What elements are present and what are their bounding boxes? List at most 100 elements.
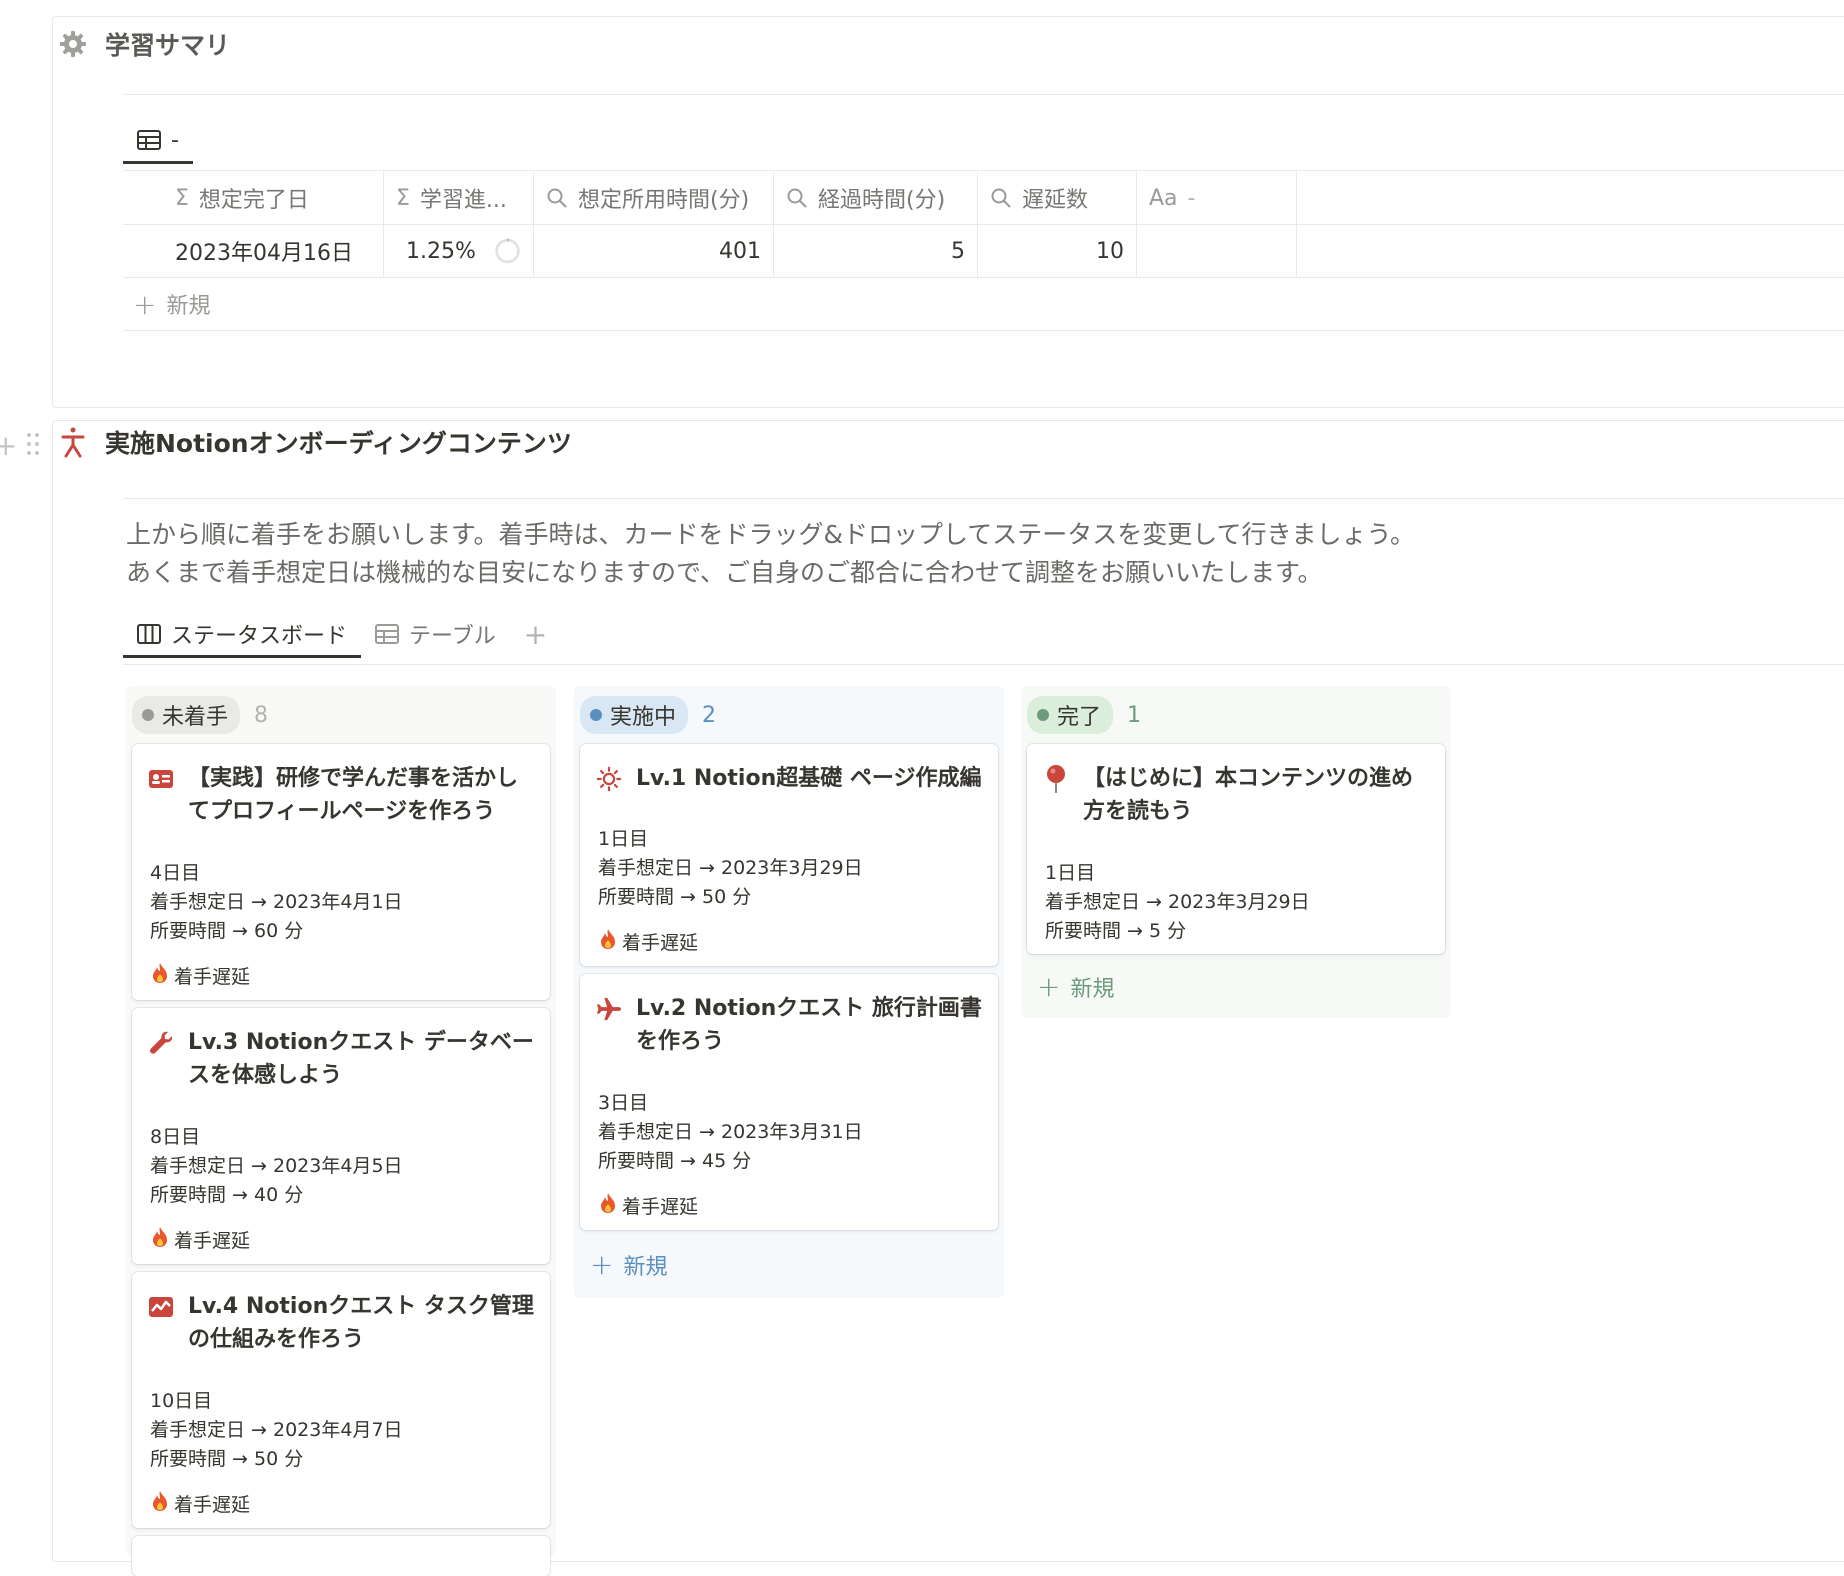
summary-heading: 学習サマリ [60, 26, 231, 62]
card-badge: 着手遅延 [598, 1192, 698, 1219]
card-title: 【はじめに】本コンテンツの進め方を読もう [1083, 766, 1414, 824]
column-header[interactable]: 完了 1 [1027, 696, 1141, 734]
fire-icon [150, 1226, 170, 1253]
wrench-icon [148, 1030, 174, 1056]
column-header-progress[interactable]: Σ 学習進... [384, 172, 534, 224]
status-pill: 完了 [1027, 696, 1114, 734]
card-title: Lv.4 Notionクエスト タスク管理の仕組みを作ろう [188, 1294, 534, 1352]
card-duration: 所要時間 → 40 分 [150, 1184, 304, 1206]
fire-icon [598, 1192, 618, 1219]
add-row-button[interactable]: + 新規 [123, 278, 1844, 331]
fire-icon [150, 1490, 170, 1517]
board-icon [137, 624, 161, 644]
card-duration: 所要時間 → 5 分 [1045, 920, 1187, 942]
card-day: 4日目 [150, 862, 201, 884]
card-badge: 着手遅延 [598, 928, 698, 955]
search-icon [991, 188, 1011, 208]
card-day: 3日目 [598, 1092, 649, 1114]
plus-icon: + [133, 287, 157, 321]
card-duration: 所要時間 → 50 分 [598, 886, 752, 908]
plus-icon: + [590, 1248, 614, 1281]
board-card[interactable]: 【実践】研修で学んだ事を活かしてプロフィールページを作ろう 4日目 着手想定日 … [132, 744, 550, 1000]
sun-icon [596, 766, 622, 792]
column-header[interactable]: 未着手 8 [132, 696, 268, 734]
onboarding-tabs-divider [123, 664, 1844, 665]
add-block-button[interactable]: + [0, 429, 17, 462]
card-day: 8日目 [150, 1126, 201, 1148]
column-header[interactable]: 実施中 2 [580, 696, 716, 734]
search-icon [547, 188, 567, 208]
card-title: 【実践】研修で学んだ事を活かしてプロフィールページを作ろう [188, 766, 519, 824]
board-card[interactable]: Lv.1 Notion超基礎 ページ作成編 1日目 着手想定日 → 2023年3… [580, 744, 998, 966]
fire-icon [598, 928, 618, 955]
progress-ring-icon [495, 238, 520, 264]
status-pill: 実施中 [580, 696, 689, 734]
card-start-date: 着手想定日 → 2023年4月7日 [150, 1419, 403, 1441]
onboarding-view-tabs: ステータスボード テーブル + [123, 612, 1844, 658]
onboarding-title: 実施Notionオンボーディングコンテンツ [105, 429, 572, 458]
card-start-date: 着手想定日 → 2023年4月5日 [150, 1155, 403, 1177]
table-row[interactable]: 2023年04月16日 1.25% 401 5 10 [123, 225, 1844, 278]
estimated-time-cell[interactable]: 401 [534, 225, 774, 277]
card-start-date: 着手想定日 → 2023年3月29日 [1045, 891, 1310, 913]
board-card[interactable] [132, 1536, 550, 1576]
plus-icon: + [1037, 970, 1061, 1003]
card-badge: 着手遅延 [150, 1226, 250, 1253]
summary-title-divider [123, 94, 1844, 95]
card-start-date: 着手想定日 → 2023年4月1日 [150, 891, 403, 913]
id-card-icon [148, 766, 174, 792]
onboarding-heading: 実施Notionオンボーディングコンテンツ [61, 424, 572, 460]
sigma-icon: Σ [175, 185, 189, 211]
tab-label: - [171, 127, 179, 153]
column-header-completion-date[interactable]: Σ 想定完了日 [123, 172, 384, 224]
column-header-estimated-time[interactable]: 想定所用時間(分) [534, 172, 774, 224]
column-header-elapsed-time[interactable]: 経過時間(分) [774, 172, 978, 224]
status-dot [590, 709, 602, 721]
card-badge: 着手遅延 [150, 962, 250, 989]
status-dot [1037, 709, 1049, 721]
card-duration: 所要時間 → 60 分 [150, 920, 304, 942]
card-start-date: 着手想定日 → 2023年3月31日 [598, 1121, 863, 1143]
column-header-delay-count[interactable]: 遅延数 [978, 172, 1137, 224]
card-day: 1日目 [598, 828, 649, 850]
table-icon [375, 624, 400, 644]
add-view-button[interactable]: + [510, 612, 561, 656]
completion-date-cell[interactable]: 2023年04月16日 [123, 225, 384, 277]
summary-title: 学習サマリ [105, 31, 231, 60]
board-column-not-started: 未着手 8 【実践】研修で学んだ事を活かしてプロフィールページを作ろう 4日目 … [126, 686, 556, 1576]
progress-cell[interactable]: 1.25% [384, 225, 534, 277]
name-cell[interactable] [1137, 225, 1297, 277]
gear-icon [55, 26, 91, 62]
add-card-button[interactable]: + 新規 [590, 1248, 667, 1281]
card-duration: 所要時間 → 45 分 [598, 1150, 752, 1172]
card-title: Lv.1 Notion超基礎 ページ作成編 [636, 766, 982, 791]
board-card[interactable]: 【はじめに】本コンテンツの進め方を読もう 1日目 着手想定日 → 2023年3月… [1027, 744, 1445, 954]
progress-value: 1.25% [406, 238, 476, 264]
tab-status-board[interactable]: ステータスボード [123, 612, 362, 658]
column-header-name[interactable]: Aa - [1137, 172, 1297, 224]
summary-tabs-divider [123, 170, 1844, 171]
drag-handle-icon[interactable] [26, 432, 40, 456]
summary-view-tabs: - [123, 118, 1844, 164]
board-card[interactable]: Lv.2 Notionクエスト 旅行計画書を作ろう 3日目 着手想定日 → 20… [580, 974, 998, 1230]
tab-table[interactable]: テーブル [361, 612, 510, 656]
card-start-date: 着手想定日 → 2023年3月29日 [598, 857, 863, 879]
status-dot [142, 709, 154, 721]
sigma-icon: Σ [396, 185, 410, 211]
delay-count-cell[interactable]: 10 [978, 225, 1137, 277]
card-title: Lv.2 Notionクエスト 旅行計画書を作ろう [636, 996, 982, 1054]
text-icon: Aa [1149, 185, 1178, 211]
chart-icon [148, 1294, 174, 1320]
person-icon [55, 424, 91, 460]
board-card[interactable]: Lv.4 Notionクエスト タスク管理の仕組みを作ろう 10日目 着手想定日… [132, 1272, 550, 1528]
airplane-icon [596, 996, 622, 1022]
elapsed-time-cell[interactable]: 5 [774, 225, 978, 277]
onboarding-description: 上から順に着手をお願いします。着手時は、カードをドラッグ&ドロップしてステータス… [126, 520, 1415, 587]
card-day: 1日目 [1045, 862, 1096, 884]
column-count: 8 [254, 702, 269, 728]
tab-summary-table[interactable]: - [123, 118, 193, 164]
table-icon [137, 130, 161, 150]
board-card[interactable]: Lv.3 Notionクエスト データベースを体感しよう 8日目 着手想定日 →… [132, 1008, 550, 1264]
status-pill: 未着手 [132, 696, 241, 734]
add-card-button[interactable]: + 新規 [1037, 970, 1114, 1003]
